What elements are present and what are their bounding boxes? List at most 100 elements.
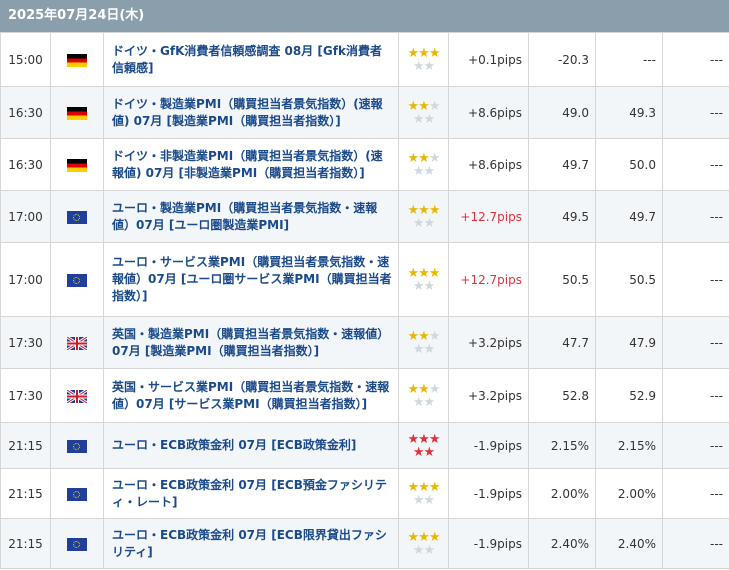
eu-flag-icon [67,537,87,551]
actual-cell: 47.7 [528,316,596,369]
importance-stars-icon: ★★★ ★★ [407,45,441,74]
previous-cell: --- [662,422,729,469]
table-row: 16:30 ドイツ・製造業PMI（購買担当者景気指数）(速報値) 07月 [製造業… [0,86,729,139]
pips-cell: +12.7pips [448,242,529,317]
previous-cell: --- [662,242,729,317]
importance-cell: ★★★ ★★ [398,518,449,569]
actual-cell: 49.0 [528,86,596,139]
time-cell: 16:30 [0,86,51,139]
actual-cell: 2.40% [528,518,596,569]
forecast-cell: 47.9 [595,316,663,369]
eu-flag-icon [67,210,87,224]
table-row: 16:30 ドイツ・非製造業PMI（購買担当者景気指数）(速報値) 07月 [非製… [0,138,729,191]
economic-calendar-table: 15:00 ドイツ・GfK消費者信頼感調査 08月 [Gfk消費者信頼感] ★★★ ★… [0,32,729,569]
eu-flag-icon [67,439,87,453]
pips-cell: -1.9pips [448,468,529,519]
pips-cell: +3.2pips [448,316,529,369]
actual-cell: 50.5 [528,242,596,317]
flag-cell [50,242,104,317]
actual-cell: 49.7 [528,138,596,191]
importance-stars-icon: ★★★ ★★ [407,381,441,410]
event-link[interactable]: ユーロ・サービス業PMI（購買担当者景気指数・速報値）07月 [ユーロ圏サービス… [103,242,399,317]
eu-flag-icon [67,487,87,501]
importance-stars-icon: ★★★ ★★ [407,98,441,127]
previous-cell: --- [662,316,729,369]
forecast-cell: 49.7 [595,190,663,243]
previous-cell: --- [662,190,729,243]
table-row: 21:15 ユーロ・ECB政策金利 07月 [ECB政策金利] ★★★ ★★ -1.9p… [0,422,729,469]
event-link[interactable]: ユーロ・ECB政策金利 07月 [ECB預金ファシリティ・レート] [103,468,399,519]
pips-cell: -1.9pips [448,422,529,469]
previous-cell: --- [662,86,729,139]
actual-cell: 49.5 [528,190,596,243]
flag-cell [50,316,104,369]
previous-cell: --- [662,518,729,569]
time-cell: 15:00 [0,32,51,87]
importance-cell: ★★★ ★★ [398,316,449,369]
importance-stars-icon: ★★★ ★★ [407,529,441,558]
pips-cell: +0.1pips [448,32,529,87]
flag-cell [50,32,104,87]
event-link[interactable]: 英国・サービス業PMI（購買担当者景気指数・速報値）07月 [サービス業PMI（… [103,368,399,423]
time-cell: 17:00 [0,242,51,317]
previous-cell: --- [662,138,729,191]
flag-cell [50,190,104,243]
flag-cell [50,518,104,569]
forecast-cell: 2.40% [595,518,663,569]
forecast-cell: 49.3 [595,86,663,139]
table-row: 17:00 ユーロ・サービス業PMI（購買担当者景気指数・速報値）07月 [ユーロ… [0,242,729,317]
flag-cell [50,468,104,519]
forecast-cell: 52.9 [595,368,663,423]
event-link[interactable]: ユーロ・製造業PMI（購買担当者景気指数・速報値）07月 [ユーロ圏製造業PMI… [103,190,399,243]
germany-flag-icon [67,106,87,120]
pips-cell: +8.6pips [448,138,529,191]
pips-cell: +12.7pips [448,190,529,243]
forecast-cell: --- [595,32,663,87]
table-row: 17:30 英国・製造業PMI（購買担当者景気指数・速報値）07月 [製造業PMI… [0,316,729,369]
event-link[interactable]: ドイツ・GfK消費者信頼感調査 08月 [Gfk消費者信頼感] [103,32,399,87]
importance-stars-icon: ★★★ ★★ [407,431,441,460]
previous-cell: --- [662,468,729,519]
flag-cell [50,138,104,191]
importance-cell: ★★★ ★★ [398,468,449,519]
event-link[interactable]: ユーロ・ECB政策金利 07月 [ECB政策金利] [103,422,399,469]
forecast-cell: 2.00% [595,468,663,519]
time-cell: 17:00 [0,190,51,243]
event-link[interactable]: ユーロ・ECB政策金利 07月 [ECB限界貸出ファシリティ] [103,518,399,569]
actual-cell: 2.00% [528,468,596,519]
time-cell: 21:15 [0,422,51,469]
previous-cell: --- [662,368,729,423]
pips-cell: +8.6pips [448,86,529,139]
flag-cell [50,86,104,139]
table-row: 15:00 ドイツ・GfK消費者信頼感調査 08月 [Gfk消費者信頼感] ★★★ ★… [0,32,729,87]
time-cell: 17:30 [0,316,51,369]
flag-cell [50,368,104,423]
uk-flag-icon [67,389,87,403]
forecast-cell: 2.15% [595,422,663,469]
time-cell: 16:30 [0,138,51,191]
time-cell: 21:15 [0,468,51,519]
table-row: 21:15 ユーロ・ECB政策金利 07月 [ECB預金ファシリティ・レート] ★★… [0,468,729,519]
uk-flag-icon [67,336,87,350]
pips-cell: -1.9pips [448,518,529,569]
time-cell: 21:15 [0,518,51,569]
germany-flag-icon [67,53,87,67]
forecast-cell: 50.0 [595,138,663,191]
table-row: 21:15 ユーロ・ECB政策金利 07月 [ECB限界貸出ファシリティ] ★★★ ★… [0,518,729,569]
importance-cell: ★★★ ★★ [398,422,449,469]
importance-cell: ★★★ ★★ [398,190,449,243]
event-link[interactable]: 英国・製造業PMI（購買担当者景気指数・速報値）07月 [製造業PMI（購買担当… [103,316,399,369]
importance-cell: ★★★ ★★ [398,32,449,87]
table-row: 17:30 英国・サービス業PMI（購買担当者景気指数・速報値）07月 [サービス… [0,368,729,423]
importance-cell: ★★★ ★★ [398,368,449,423]
event-link[interactable]: ドイツ・非製造業PMI（購買担当者景気指数）(速報値) 07月 [非製造業PMI… [103,138,399,191]
germany-flag-icon [67,158,87,172]
flag-cell [50,422,104,469]
importance-stars-icon: ★★★ ★★ [407,150,441,179]
actual-cell: 2.15% [528,422,596,469]
actual-cell: 52.8 [528,368,596,423]
date-header: 2025年07月24日(木) [0,0,729,32]
importance-cell: ★★★ ★★ [398,138,449,191]
event-link[interactable]: ドイツ・製造業PMI（購買担当者景気指数）(速報値) 07月 [製造業PMI（購… [103,86,399,139]
eu-flag-icon [67,273,87,287]
